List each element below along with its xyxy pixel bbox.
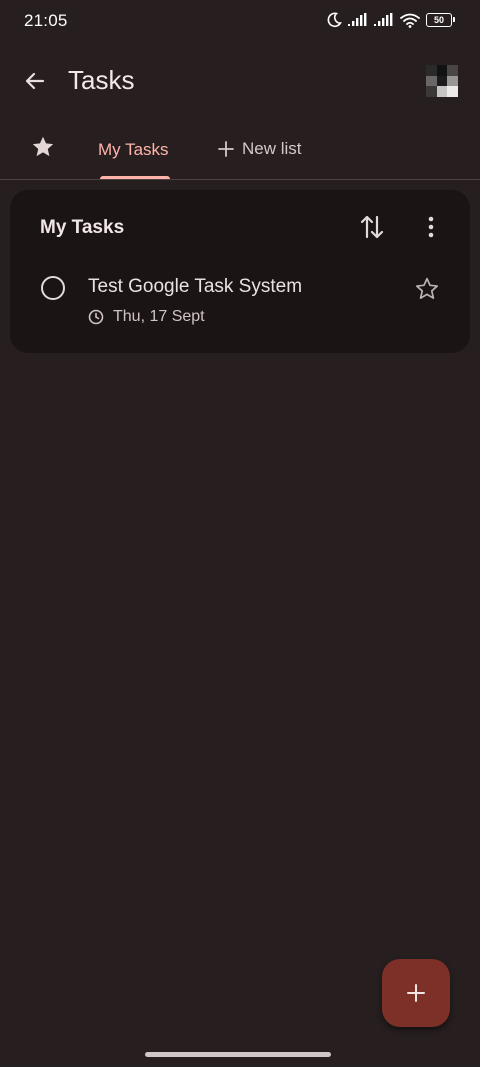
sort-arrows-icon bbox=[360, 215, 384, 239]
tab-my-tasks[interactable]: My Tasks bbox=[98, 140, 169, 160]
home-indicator[interactable] bbox=[145, 1052, 331, 1057]
wifi-icon bbox=[400, 13, 420, 28]
moon-icon bbox=[327, 12, 342, 28]
back-button[interactable] bbox=[18, 64, 52, 98]
avatar[interactable] bbox=[426, 65, 458, 97]
signal-icon bbox=[348, 13, 367, 26]
star-filled-icon bbox=[32, 136, 54, 157]
clock-icon bbox=[88, 309, 104, 325]
new-list-label: New list bbox=[242, 139, 302, 158]
tab-starred[interactable] bbox=[26, 130, 60, 164]
plus-icon bbox=[407, 984, 425, 1002]
status-bar: 21:05 50 bbox=[0, 0, 480, 44]
circle-outline-icon bbox=[41, 276, 65, 300]
status-icons: 50 bbox=[326, 12, 455, 28]
more-vertical-icon bbox=[428, 216, 434, 238]
battery-level: 50 bbox=[433, 14, 444, 25]
sort-button[interactable] bbox=[357, 212, 387, 242]
task-item[interactable]: Test Google Task System Thu, 17 Sept bbox=[10, 266, 470, 336]
plus-icon bbox=[218, 141, 234, 157]
app-bar: Tasks bbox=[0, 52, 480, 110]
star-outline-icon bbox=[415, 277, 439, 299]
status-time: 21:05 bbox=[24, 11, 68, 30]
task-due-label: Thu, 17 Sept bbox=[113, 308, 205, 325]
task-star-button[interactable] bbox=[412, 274, 442, 304]
task-complete-checkbox[interactable] bbox=[40, 275, 66, 301]
task-title[interactable]: Test Google Task System bbox=[88, 276, 302, 298]
task-list-card: My Tasks Test Google Task System Thu, 17… bbox=[10, 190, 470, 353]
active-tab-indicator bbox=[100, 176, 170, 179]
add-task-button[interactable] bbox=[382, 959, 450, 1027]
list-options-button[interactable] bbox=[416, 212, 446, 242]
signal-icon bbox=[374, 13, 393, 26]
list-tabs: My Tasks New list bbox=[0, 118, 480, 180]
new-list-button[interactable]: New list bbox=[218, 139, 302, 159]
battery-icon: 50 bbox=[426, 13, 455, 27]
page-title: Tasks bbox=[68, 65, 135, 95]
arrow-left-icon bbox=[25, 72, 45, 90]
task-due-date[interactable]: Thu, 17 Sept bbox=[88, 308, 205, 326]
list-title: My Tasks bbox=[40, 217, 125, 238]
